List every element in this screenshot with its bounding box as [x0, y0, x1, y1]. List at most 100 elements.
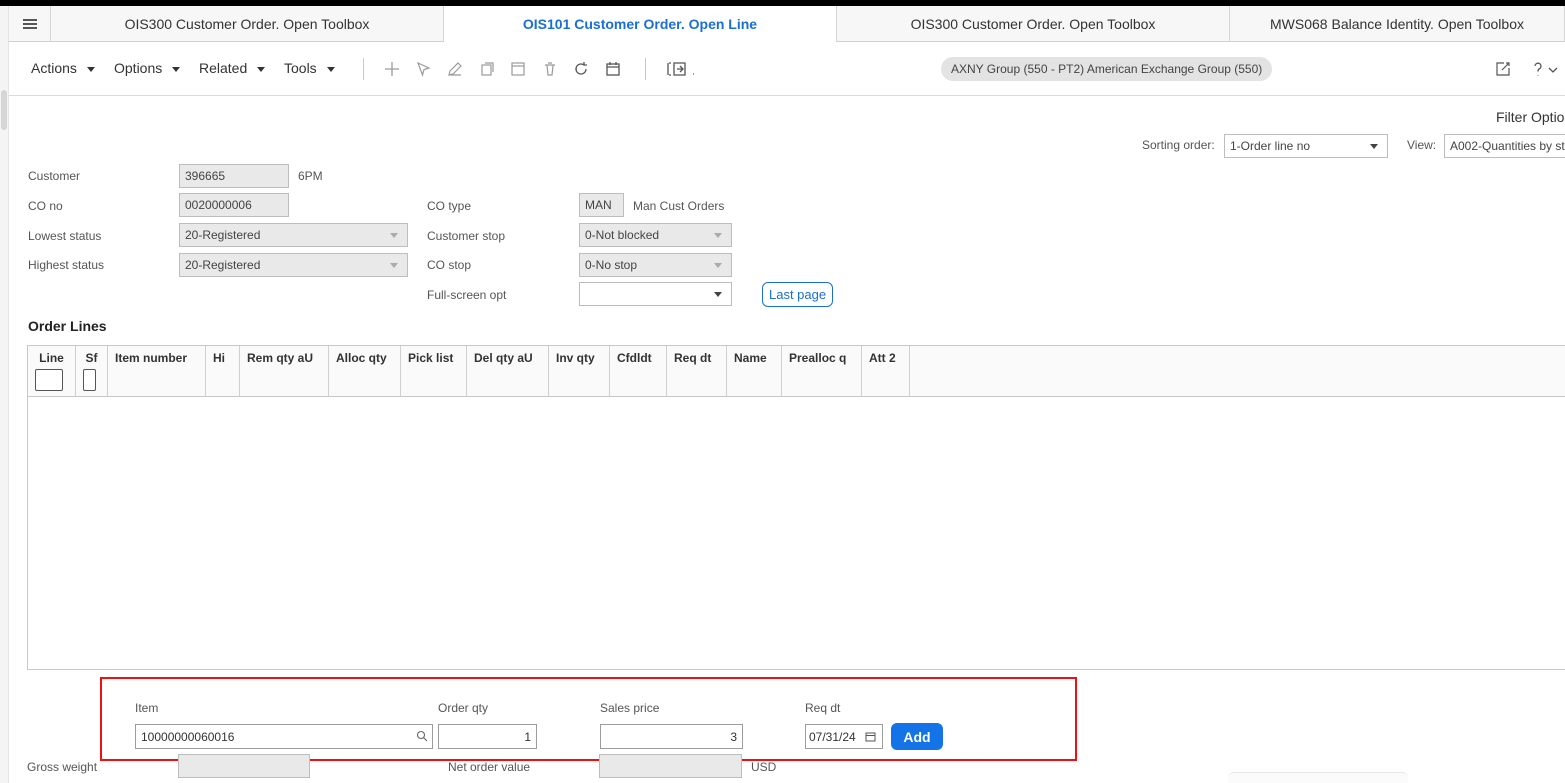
customer-field: 396665 — [179, 164, 289, 188]
external-edit-icon[interactable] — [1493, 59, 1513, 79]
calendar-icon[interactable] — [603, 59, 623, 79]
filter-options-toggle[interactable]: Filter Option — [1496, 109, 1565, 125]
column-header-inv-qty[interactable]: Inv qty — [549, 346, 610, 397]
scrollbar-thumb[interactable] — [1, 90, 7, 130]
actions-label: Actions — [31, 60, 77, 76]
column-label: Alloc qty — [336, 351, 387, 365]
toolbar-divider — [363, 58, 364, 80]
highest-status-value: 20-Registered — [185, 258, 261, 272]
column-header-cfdldt[interactable]: Cfdldt — [610, 346, 667, 397]
tab-ois300-2[interactable]: OIS300 Customer Order. Open Toolbox — [837, 6, 1230, 41]
co-type-description: Man Cust Orders — [633, 199, 725, 213]
chevron-down-icon — [172, 66, 181, 72]
add-button[interactable]: Add — [891, 723, 943, 750]
order-qty-value: 1 — [524, 729, 531, 744]
column-header-rem-qty[interactable]: Rem qty aU — [240, 346, 329, 397]
search-icon[interactable] — [416, 730, 428, 742]
view-select[interactable]: A002-Quantities by sta — [1444, 134, 1565, 158]
column-header-prealloc-q[interactable]: Prealloc q — [782, 346, 862, 397]
lowest-status-label: Lowest status — [28, 229, 102, 243]
highest-status-select: 20-Registered — [179, 253, 408, 277]
sorting-order-label: Sorting order: — [1142, 138, 1215, 152]
column-label: Line — [39, 351, 64, 365]
tab-ois300-1[interactable]: OIS300 Customer Order. Open Toolbox — [51, 6, 444, 41]
chevron-down-icon — [390, 263, 398, 268]
column-header-att-2[interactable]: Att 2 — [862, 346, 910, 397]
fullscreen-option-label: Full-screen opt — [427, 288, 507, 302]
last-page-button[interactable]: Last page — [762, 282, 834, 307]
column-label: Sf — [85, 351, 98, 365]
select-icon[interactable] — [414, 59, 434, 79]
calendar-icon[interactable] — [865, 731, 876, 742]
related-menu-button[interactable]: Related — [199, 60, 266, 76]
left-scrollbar[interactable] — [0, 6, 9, 783]
copy-icon[interactable] — [477, 59, 497, 79]
column-label: Name — [734, 351, 767, 365]
line-filter-input[interactable] — [35, 369, 63, 391]
highest-status-label: Highest status — [28, 258, 105, 272]
chevron-down-icon — [326, 66, 335, 72]
tab-bar: OIS300 Customer Order. Open Toolbox OIS1… — [9, 6, 1565, 42]
sales-price-label: Sales price — [600, 701, 660, 715]
req-dt-value: 07/31/24 — [809, 729, 856, 744]
customer-label: Customer — [28, 169, 81, 183]
column-label: Inv qty — [556, 351, 595, 365]
gross-weight-label: Gross weight — [27, 760, 98, 774]
options-menu-button[interactable]: Options — [114, 60, 181, 76]
fullscreen-option-select[interactable] — [579, 282, 732, 306]
help-icon[interactable] — [1529, 59, 1559, 79]
grid-header: Line Sf Item number Hi Rem qty aU Alloc … — [28, 346, 1565, 397]
co-stop-value: 0-No stop — [585, 258, 638, 272]
item-value: 10000000060016 — [141, 729, 235, 744]
delete-icon[interactable] — [540, 59, 560, 79]
column-label: Rem qty aU — [247, 351, 314, 365]
co-no-field: 0020000006 — [179, 193, 289, 217]
req-dt-label: Req dt — [805, 701, 841, 715]
gross-weight-field — [178, 754, 310, 778]
hamburger-menu-icon[interactable] — [9, 6, 51, 41]
sorting-order-select[interactable]: 1-Order line no — [1224, 134, 1388, 158]
tab-ois101[interactable]: OIS101 Customer Order. Open Line — [444, 6, 837, 42]
net-order-value-field — [599, 754, 742, 778]
order-qty-input[interactable]: 1 — [438, 724, 537, 749]
column-label: Req dt — [674, 351, 712, 365]
column-label: Att 2 — [869, 351, 896, 365]
co-type-field: MAN — [579, 193, 624, 217]
actions-menu-button[interactable]: Actions — [31, 60, 95, 76]
edit-icon[interactable] — [445, 59, 465, 79]
toolbar: Actions Options Related Tools AXNY Group… — [9, 42, 1565, 96]
column-header-req-dt[interactable]: Req dt — [667, 346, 727, 397]
chevron-down-icon — [714, 292, 722, 297]
tools-menu-button[interactable]: Tools — [284, 60, 335, 76]
column-header-hi[interactable]: Hi — [206, 346, 240, 397]
sales-price-input[interactable]: 3 — [600, 724, 743, 749]
export-icon[interactable] — [665, 59, 697, 79]
customer-stop-value: 0-Not blocked — [585, 228, 660, 242]
column-header-alloc-qty[interactable]: Alloc qty — [329, 346, 401, 397]
chevron-down-icon — [714, 233, 722, 238]
column-label: Del qty aU — [474, 351, 533, 365]
column-label: Item number — [115, 351, 188, 365]
column-header-name[interactable]: Name — [727, 346, 782, 397]
add-icon[interactable] — [382, 59, 402, 79]
column-header-del-qty[interactable]: Del qty aU — [467, 346, 549, 397]
lowest-status-value: 20-Registered — [185, 228, 261, 242]
chevron-down-icon — [86, 66, 95, 72]
chevron-down-icon — [714, 263, 722, 268]
view-value: A002-Quantities by sta — [1450, 139, 1565, 153]
order-lines-grid[interactable]: Line Sf Item number Hi Rem qty aU Alloc … — [27, 345, 1565, 670]
view-label: View: — [1407, 138, 1437, 152]
tools-label: Tools — [284, 60, 317, 76]
add-line-panel: Item 10000000060016 Order qty 1 Sales pr… — [100, 677, 1077, 761]
item-input[interactable]: 10000000060016 — [135, 724, 433, 749]
sf-filter-input[interactable] — [83, 369, 96, 391]
column-header-item-number[interactable]: Item number — [108, 346, 206, 397]
co-stop-select: 0-No stop — [579, 253, 732, 277]
refresh-icon[interactable] — [571, 59, 591, 79]
column-header-pick-list[interactable]: Pick list — [401, 346, 467, 397]
req-dt-input[interactable]: 07/31/24 — [805, 724, 883, 749]
toolbar-divider — [645, 58, 646, 80]
tab-mws068[interactable]: MWS068 Balance Identity. Open Toolbox — [1230, 6, 1565, 41]
display-icon[interactable] — [508, 59, 528, 79]
company-division-pill[interactable]: AXNY Group (550 - PT2) American Exchange… — [941, 57, 1273, 81]
